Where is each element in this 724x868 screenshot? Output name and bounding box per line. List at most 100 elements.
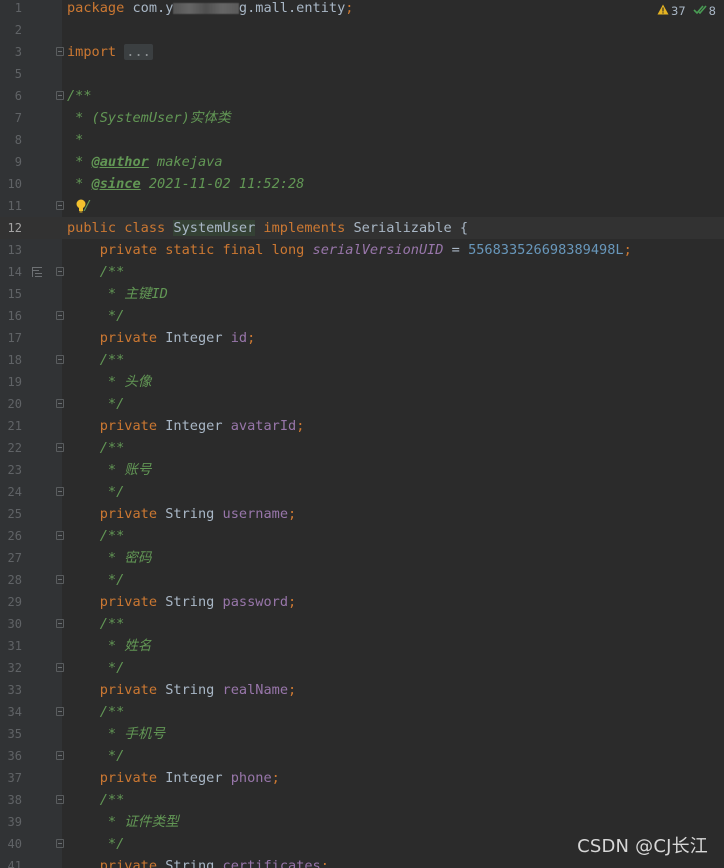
code-line[interactable]: 2 (0, 19, 724, 41)
line-number[interactable]: 27 (0, 547, 22, 569)
code-line[interactable]: 25 private String username; (0, 503, 724, 525)
code-line[interactable]: 1 package com.yuanjiangg.mall.entity; (0, 0, 724, 19)
line-number[interactable]: 25 (0, 503, 22, 525)
code-line[interactable]: 14 /** (0, 261, 724, 283)
line-number[interactable]: 11 (0, 195, 22, 217)
line-number[interactable]: 36 (0, 745, 22, 767)
code-text[interactable]: /** (67, 437, 125, 459)
code-line[interactable]: 5 (0, 63, 724, 85)
code-text[interactable]: * 证件类型 (67, 811, 179, 833)
code-text[interactable]: /** (67, 349, 125, 371)
fold-toggle-icon[interactable] (56, 487, 64, 496)
code-line[interactable]: 29 private String password; (0, 591, 724, 613)
code-text[interactable]: * 密码 (67, 547, 152, 569)
line-number[interactable]: 19 (0, 371, 22, 393)
code-line[interactable]: 8 * (0, 129, 724, 151)
line-number[interactable]: 30 (0, 613, 22, 635)
line-number[interactable]: 34 (0, 701, 22, 723)
fold-toggle-icon[interactable] (56, 91, 64, 100)
line-number[interactable]: 12 (0, 217, 22, 239)
fold-toggle-icon[interactable] (56, 355, 64, 364)
line-number[interactable]: 2 (0, 19, 22, 41)
fold-toggle-icon[interactable] (56, 707, 64, 716)
doc-comment-icon[interactable] (32, 267, 44, 277)
line-number[interactable]: 5 (0, 63, 22, 85)
fold-toggle-icon[interactable] (56, 839, 64, 848)
code-line[interactable]: 17 private Integer id; (0, 327, 724, 349)
code-line[interactable]: 12 public class SystemUser implements Ser… (0, 217, 724, 239)
line-number[interactable]: 32 (0, 657, 22, 679)
line-number[interactable]: 21 (0, 415, 22, 437)
inspection-widget[interactable]: 37 8 (649, 2, 716, 20)
fold-toggle-icon[interactable] (56, 267, 64, 276)
code-text[interactable]: private static final long serialVersionU… (67, 239, 632, 261)
code-text[interactable]: public class SystemUser implements Seria… (67, 217, 468, 239)
line-number[interactable]: 23 (0, 459, 22, 481)
code-text[interactable]: /** (67, 789, 125, 811)
code-text[interactable]: /** (67, 261, 125, 283)
code-text[interactable]: * 账号 (67, 459, 152, 481)
line-number[interactable]: 35 (0, 723, 22, 745)
line-number[interactable]: 7 (0, 107, 22, 129)
line-number[interactable]: 10 (0, 173, 22, 195)
line-number[interactable]: 9 (0, 151, 22, 173)
code-text[interactable]: private String password; (67, 591, 296, 613)
fold-toggle-icon[interactable] (56, 201, 64, 210)
code-line[interactable]: 30 /** (0, 613, 724, 635)
line-number[interactable]: 13 (0, 239, 22, 261)
code-line[interactable]: 18 /** (0, 349, 724, 371)
lightbulb-icon[interactable] (76, 199, 86, 213)
code-text[interactable]: private Integer phone; (67, 767, 280, 789)
code-text[interactable]: private Integer id; (67, 327, 256, 349)
line-number[interactable]: 41 (0, 855, 22, 868)
line-number[interactable]: 33 (0, 679, 22, 701)
code-text[interactable]: private String realName; (67, 679, 296, 701)
code-line[interactable]: 39 * 证件类型 (0, 811, 724, 833)
code-text[interactable]: */ (67, 745, 124, 767)
line-number[interactable]: 17 (0, 327, 22, 349)
code-text[interactable]: import ... (67, 41, 153, 63)
code-line[interactable]: 38 /** (0, 789, 724, 811)
code-line[interactable]: 28 */ (0, 569, 724, 591)
code-line[interactable]: 7 * (SystemUser)实体类 (0, 107, 724, 129)
code-text[interactable]: */ (67, 481, 124, 503)
code-text[interactable]: */ (67, 393, 124, 415)
code-text[interactable]: private Integer avatarId; (67, 415, 305, 437)
line-number[interactable]: 22 (0, 437, 22, 459)
code-line[interactable]: 35 * 手机号 (0, 723, 724, 745)
code-line[interactable]: 6 /** (0, 85, 724, 107)
fold-toggle-icon[interactable] (56, 751, 64, 760)
fold-toggle-icon[interactable] (56, 399, 64, 408)
code-line[interactable]: 32 */ (0, 657, 724, 679)
line-number[interactable]: 20 (0, 393, 22, 415)
code-text[interactable]: * 姓名 (67, 635, 152, 657)
fold-toggle-icon[interactable] (56, 795, 64, 804)
line-number[interactable]: 6 (0, 85, 22, 107)
code-text[interactable]: */ (67, 305, 124, 327)
code-text[interactable]: /** (67, 85, 92, 107)
line-number[interactable]: 16 (0, 305, 22, 327)
code-text[interactable]: */ (67, 833, 124, 855)
code-text[interactable]: * @since 2021-11-02 11:52:28 (67, 173, 304, 195)
line-number[interactable]: 31 (0, 635, 22, 657)
code-text[interactable]: * (SystemUser)实体类 (67, 107, 230, 129)
code-line[interactable]: 15 * 主键ID (0, 283, 724, 305)
code-line[interactable]: 27 * 密码 (0, 547, 724, 569)
line-number[interactable]: 8 (0, 129, 22, 151)
line-number[interactable]: 18 (0, 349, 22, 371)
code-line[interactable]: 21 private Integer avatarId; (0, 415, 724, 437)
code-line[interactable]: 37 private Integer phone; (0, 767, 724, 789)
warnings-indicator[interactable]: 37 (657, 2, 686, 20)
code-line[interactable]: 20 */ (0, 393, 724, 415)
code-line[interactable]: 9 * @author makejava (0, 151, 724, 173)
code-line[interactable]: 16 */ (0, 305, 724, 327)
code-text[interactable]: */ (67, 569, 124, 591)
code-text[interactable]: package com.yuanjiangg.mall.entity; (67, 0, 353, 19)
code-text[interactable]: * 手机号 (67, 723, 165, 745)
code-text[interactable]: * (67, 129, 83, 151)
code-text[interactable]: private String certificates; (67, 855, 329, 868)
fold-toggle-icon[interactable] (56, 311, 64, 320)
code-line[interactable]: 24 */ (0, 481, 724, 503)
line-number[interactable]: 14 (0, 261, 22, 283)
line-number[interactable]: 26 (0, 525, 22, 547)
